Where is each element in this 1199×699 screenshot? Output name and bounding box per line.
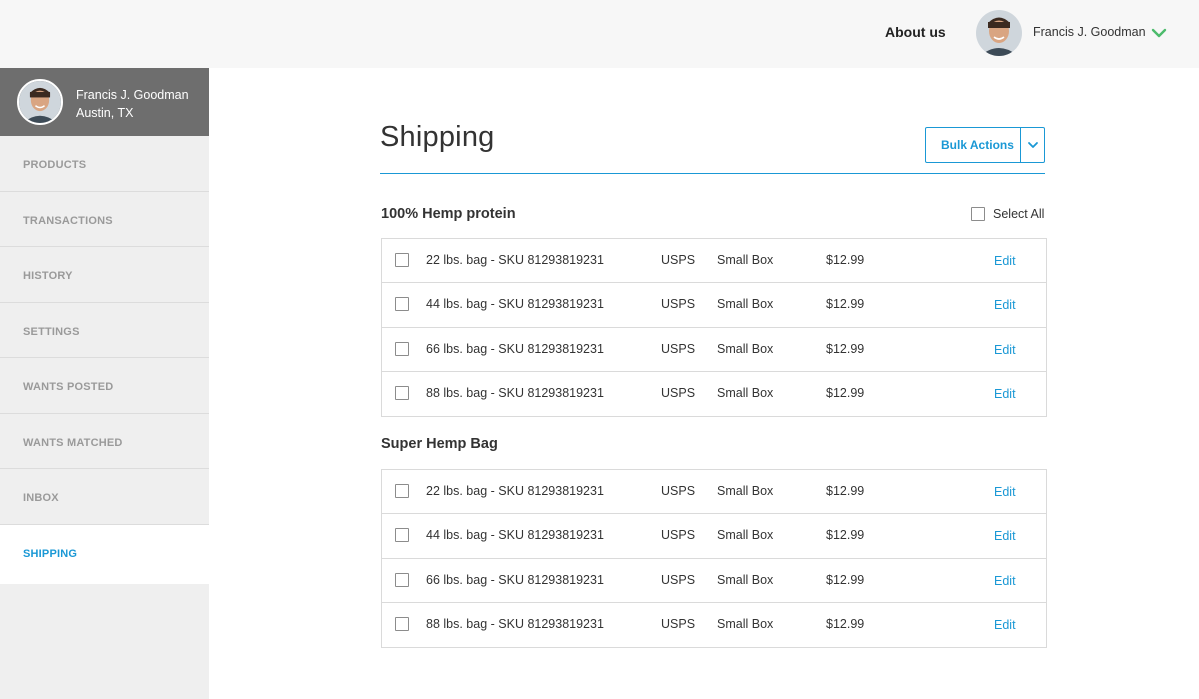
price: $12.99: [826, 297, 865, 312]
carrier: USPS: [661, 484, 696, 498]
carrier: USPS: [661, 385, 696, 400]
box-size: Small Box: [717, 484, 774, 498]
edit-link[interactable]: Edit: [994, 254, 1016, 268]
sidebar-nav: PRODUCTS TRANSACTIONS HISTORY SETTINGS W…: [0, 136, 209, 584]
variant-description: 22 lbs. bag - SKU 81293819231: [426, 253, 604, 267]
sidebar: Francis J. Goodman Austin, TX PRODUCTS T…: [0, 68, 209, 699]
price: $12.99: [826, 528, 865, 543]
sidebar-item-wants-matched[interactable]: WANTS MATCHED: [0, 413, 209, 469]
box-size: Small Box: [717, 253, 774, 267]
select-all-checkbox[interactable]: Select All: [971, 206, 1051, 224]
row-checkbox[interactable]: [395, 385, 409, 400]
edit-link[interactable]: Edit: [994, 529, 1016, 543]
table-row: 22 lbs. bag - SKU 81293819231 USPS Small…: [382, 470, 1046, 515]
box-size: Small Box: [717, 528, 774, 543]
group-title: 100% Hemp protein: [381, 206, 516, 222]
sidebar-item-label: WANTS POSTED: [23, 381, 114, 393]
bulk-actions-label: Bulk Actions: [941, 138, 1014, 152]
sidebar-item-products[interactable]: PRODUCTS: [0, 136, 209, 192]
select-all-label: Select All: [993, 207, 1045, 221]
title-divider: [380, 173, 1045, 174]
table-row: 44 lbs. bag - SKU 81293819231 USPS Small…: [382, 514, 1046, 559]
row-checkbox[interactable]: [395, 572, 409, 587]
carrier: USPS: [661, 572, 696, 587]
row-checkbox[interactable]: [395, 297, 409, 312]
avatar: [17, 79, 63, 125]
variant-description: 22 lbs. bag - SKU 81293819231: [426, 484, 604, 498]
sidebar-item-shipping[interactable]: SHIPPING: [0, 524, 209, 584]
chevron-down-icon[interactable]: [1151, 26, 1167, 40]
sidebar-item-label: HISTORY: [23, 270, 73, 282]
about-us-link[interactable]: About us: [885, 24, 946, 40]
price: $12.99: [826, 341, 865, 356]
edit-link[interactable]: Edit: [994, 298, 1016, 312]
edit-link[interactable]: Edit: [994, 618, 1016, 632]
sidebar-item-label: WANTS MATCHED: [23, 436, 123, 449]
sidebar-item-label: INBOX: [23, 492, 59, 504]
variant-description: 44 lbs. bag - SKU 81293819231: [426, 528, 604, 543]
bulk-actions-button[interactable]: Bulk Actions: [925, 127, 1045, 163]
sidebar-item-history[interactable]: HISTORY: [0, 247, 209, 303]
price: $12.99: [826, 572, 865, 587]
profile-location: Austin, TX: [76, 106, 134, 120]
sidebar-item-label: SETTINGS: [23, 325, 80, 338]
edit-link[interactable]: Edit: [994, 574, 1016, 588]
edit-link[interactable]: Edit: [994, 387, 1016, 401]
row-checkbox[interactable]: [395, 484, 409, 498]
group-title: Super Hemp Bag: [381, 436, 498, 452]
table-row: 88 lbs. bag - SKU 81293819231 USPS Small…: [382, 603, 1046, 647]
box-size: Small Box: [717, 385, 774, 400]
user-name[interactable]: Francis J. Goodman: [1033, 25, 1146, 39]
row-checkbox[interactable]: [395, 341, 409, 356]
sidebar-item-label: PRODUCTS: [23, 159, 87, 171]
carrier: USPS: [661, 528, 696, 543]
price: $12.99: [826, 253, 865, 267]
box-size: Small Box: [717, 297, 774, 312]
chevron-down-icon[interactable]: [1021, 128, 1045, 162]
variant-description: 66 lbs. bag - SKU 81293819231: [426, 341, 604, 356]
carrier: USPS: [661, 297, 696, 312]
top-bar: About us Francis J. Goodman: [0, 0, 1199, 68]
row-checkbox[interactable]: [395, 528, 409, 543]
sidebar-item-label: SHIPPING: [23, 547, 78, 560]
row-checkbox[interactable]: [395, 253, 409, 267]
avatar[interactable]: [976, 10, 1022, 56]
sidebar-item-wants-posted[interactable]: WANTS POSTED: [0, 358, 209, 414]
table-row: 66 lbs. bag - SKU 81293819231 USPS Small…: [382, 559, 1046, 603]
product-list: 22 lbs. bag - SKU 81293819231 USPS Small…: [381, 469, 1047, 648]
variant-description: 44 lbs. bag - SKU 81293819231: [426, 297, 604, 312]
checkbox[interactable]: [971, 207, 985, 221]
sidebar-profile[interactable]: Francis J. Goodman Austin, TX: [0, 68, 209, 136]
table-row: 66 lbs. bag - SKU 81293819231 USPS Small…: [382, 328, 1046, 372]
table-row: 88 lbs. bag - SKU 81293819231 USPS Small…: [382, 372, 1046, 416]
table-row: 44 lbs. bag - SKU 81293819231 USPS Small…: [382, 283, 1046, 328]
sidebar-item-inbox[interactable]: INBOX: [0, 469, 209, 525]
edit-link[interactable]: Edit: [994, 343, 1016, 357]
product-list: 22 lbs. bag - SKU 81293819231 USPS Small…: [381, 238, 1047, 417]
variant-description: 88 lbs. bag - SKU 81293819231: [426, 385, 604, 400]
carrier: USPS: [661, 616, 696, 631]
price: $12.99: [826, 484, 865, 498]
carrier: USPS: [661, 253, 696, 267]
variant-description: 88 lbs. bag - SKU 81293819231: [426, 616, 604, 631]
carrier: USPS: [661, 341, 696, 356]
sidebar-item-settings[interactable]: SETTINGS: [0, 302, 209, 358]
box-size: Small Box: [717, 616, 774, 631]
sidebar-item-label: TRANSACTIONS: [23, 214, 113, 227]
row-checkbox[interactable]: [395, 616, 409, 631]
profile-name: Francis J. Goodman: [76, 88, 189, 102]
box-size: Small Box: [717, 572, 774, 587]
price: $12.99: [826, 616, 865, 631]
table-row: 22 lbs. bag - SKU 81293819231 USPS Small…: [382, 239, 1046, 284]
box-size: Small Box: [717, 341, 774, 356]
edit-link[interactable]: Edit: [994, 485, 1016, 499]
page-title: Shipping: [380, 121, 495, 153]
price: $12.99: [826, 385, 865, 400]
sidebar-item-transactions[interactable]: TRANSACTIONS: [0, 191, 209, 247]
variant-description: 66 lbs. bag - SKU 81293819231: [426, 572, 604, 587]
